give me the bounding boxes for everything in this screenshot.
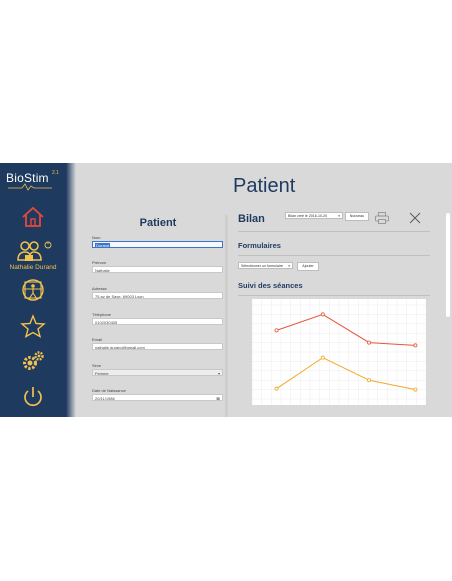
bilan-title: Bilan xyxy=(238,213,265,225)
data-point-s1-1[interactable] xyxy=(274,328,279,333)
bilan-panel: Bilan Bilan créé le 2016-10-20 ▾ Nouveau… xyxy=(238,211,433,417)
sex-value: Femme xyxy=(95,371,109,376)
data-point-s1-3[interactable] xyxy=(367,340,372,345)
bilan-select[interactable]: Bilan créé le 2016-10-20 ▾ xyxy=(285,212,343,219)
divider xyxy=(238,295,430,296)
first-name-input[interactable]: Nathalie xyxy=(92,266,223,273)
sessions-section-title: Suivi des séances xyxy=(238,281,303,290)
star-icon xyxy=(20,314,46,338)
divider xyxy=(238,231,430,232)
biostim-logo: BioStim 2.1 xyxy=(6,169,59,191)
data-point-s1-4[interactable] xyxy=(413,343,418,348)
sidebar-item-body[interactable] xyxy=(20,278,46,302)
form-select[interactable]: Sélectionner un formulaire ▾ xyxy=(238,262,293,269)
data-point-s2-2[interactable] xyxy=(320,355,325,360)
sidebar-item-home[interactable] xyxy=(20,205,46,229)
data-point-s2-4[interactable] xyxy=(413,387,418,392)
home-icon xyxy=(22,206,44,227)
sex-label: Sexe xyxy=(92,363,102,368)
series-line-1 xyxy=(276,313,416,346)
chevron-down-icon: ▾ xyxy=(338,214,340,218)
address-input[interactable]: 75 av de Saxe, 69003 Lyon xyxy=(92,292,223,299)
version-label: 2.1 xyxy=(52,170,59,176)
last-name-input[interactable]: Durand xyxy=(92,241,223,248)
email-input[interactable]: nathalie.durand@gmail.com xyxy=(92,343,223,350)
birthdate-label: Date de Naissance xyxy=(92,388,126,393)
gears-icon xyxy=(23,351,44,370)
address-label: Adresse xyxy=(92,286,107,291)
current-user-name: Nathalie Durand xyxy=(9,264,57,271)
sidebar-item-settings[interactable] xyxy=(20,349,46,373)
sidebar-shadow xyxy=(66,163,76,417)
first-name-label: Prénom xyxy=(92,260,107,265)
close-bilan-button[interactable] xyxy=(409,211,421,229)
panel-scrollbar[interactable] xyxy=(446,213,450,317)
vitruvian-man-icon xyxy=(22,279,44,301)
data-point-s2-1[interactable] xyxy=(274,386,279,391)
sessions-chart xyxy=(252,299,426,405)
form-scrollbar[interactable] xyxy=(225,215,228,417)
sidebar-item-power[interactable] xyxy=(20,385,46,409)
calendar-icon[interactable]: ▦ xyxy=(216,395,220,400)
heartbeat-icon xyxy=(8,183,52,191)
last-name-label: Nom xyxy=(92,235,101,240)
sex-select[interactable]: Femme ▾ xyxy=(92,369,223,376)
sidebar: BioStim 2.1 Nathalie Durand xyxy=(0,163,66,417)
app-window: BioStim 2.1 Nathalie Durand Patient Pati… xyxy=(0,163,452,417)
sidebar-item-user[interactable] xyxy=(10,239,56,263)
patient-form-title: Patient xyxy=(139,217,177,229)
phone-input[interactable]: 0102030405 xyxy=(92,318,223,325)
last-name-value: Durand xyxy=(95,243,111,248)
new-bilan-button[interactable]: Nouveau xyxy=(345,212,369,221)
phone-label: Téléphone xyxy=(92,312,111,317)
data-point-s1-2[interactable] xyxy=(320,312,325,317)
power-icon xyxy=(24,387,42,407)
page-title: Patient xyxy=(233,175,296,197)
email-label: Email xyxy=(92,337,103,342)
data-point-s2-3[interactable] xyxy=(367,378,372,383)
chevron-down-icon: ▾ xyxy=(288,264,290,268)
series-line-2 xyxy=(276,357,416,391)
add-form-button[interactable]: Ajouter xyxy=(297,262,319,271)
divider xyxy=(238,255,430,256)
forms-section-title: Formulaires xyxy=(238,241,281,250)
birthdate-input[interactable]: 20/11/1986 ▦ xyxy=(92,394,223,401)
print-button[interactable] xyxy=(375,211,389,229)
birthdate-value: 20/11/1986 xyxy=(95,396,115,401)
form-select-placeholder: Sélectionner un formulaire xyxy=(241,264,283,268)
sidebar-item-favorites[interactable] xyxy=(20,314,46,338)
printer-icon xyxy=(375,212,389,224)
user-session-icon xyxy=(17,241,52,261)
close-icon xyxy=(409,212,421,224)
patient-form: Patient Nom Durand Prénom Nathalie Adres… xyxy=(88,215,228,417)
bilan-selected-value: Bilan créé le 2016-10-20 xyxy=(288,214,328,218)
chevron-down-icon: ▾ xyxy=(217,371,220,376)
